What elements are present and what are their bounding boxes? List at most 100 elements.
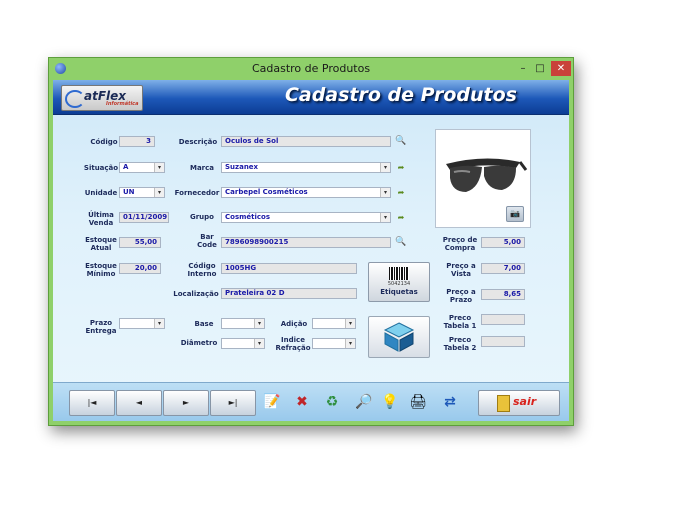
refresh-icon[interactable]: ♻ (319, 389, 345, 415)
label-codigo-interno: Código Interno (183, 262, 221, 278)
grupo-select[interactable]: Cosméticos ▾ (221, 212, 391, 223)
adicao-select[interactable]: ▾ (312, 318, 356, 329)
label-line: Preco (448, 314, 472, 322)
marca-select[interactable]: Suzanex ▾ (221, 162, 391, 173)
ultima-venda-field[interactable]: 01/11/2009 (119, 212, 169, 223)
unidade-select[interactable]: UN ▾ (119, 187, 165, 198)
chevron-down-icon[interactable]: ▾ (380, 188, 390, 197)
label-unidade: Unidade (84, 189, 118, 197)
cube-icon (383, 322, 415, 352)
label-base: Base (194, 320, 214, 328)
label-line: Estoque (85, 236, 117, 244)
company-logo: atFlex Informática (61, 85, 143, 111)
label-ultima-venda: Última Venda (83, 211, 119, 227)
close-button[interactable]: ✕ (551, 61, 571, 76)
find-icon[interactable]: 🔎 (351, 389, 377, 415)
prazo-entrega-select[interactable]: ▾ (119, 318, 165, 329)
fornecedor-select[interactable]: Carbepel Cosméticos ▾ (221, 187, 391, 198)
chevron-down-icon[interactable]: ▾ (154, 319, 164, 328)
estoque-atual-field[interactable]: 55,00 (119, 237, 161, 248)
label-line: Preço de (442, 236, 478, 244)
etiquetas-button[interactable]: 5042134 Etiquetas (368, 262, 430, 302)
transfer-icon[interactable]: ⇄ (437, 389, 463, 415)
label-descricao: Descrição (178, 138, 218, 146)
label-line: Prazo (449, 296, 473, 304)
label-estoque-atual: Estoque Atual (83, 236, 119, 252)
open-grupo-icon[interactable]: ➦ (395, 212, 407, 223)
first-record-button[interactable]: |◄ (69, 390, 115, 416)
label-grupo: Grupo (189, 213, 214, 221)
descricao-field[interactable]: Óculos de Sol (221, 136, 391, 147)
diametro-select[interactable]: ▾ (221, 338, 265, 349)
chevron-down-icon[interactable]: ▾ (254, 319, 264, 328)
label-line: Estoque (85, 262, 117, 270)
chevron-down-icon[interactable]: ▾ (345, 339, 355, 348)
localizacao-field[interactable]: Prateleira 02 D (221, 288, 357, 299)
label-bar-code: Bar Code (193, 233, 221, 249)
codigo-field[interactable]: 3 (119, 136, 155, 147)
estoque-minimo-field[interactable]: 20,00 (119, 263, 161, 274)
unidade-value: UN (123, 188, 135, 196)
label-localizacao: Localização (173, 290, 219, 298)
label-situacao: Situação (83, 164, 119, 172)
preco-tabela-1-field[interactable] (481, 314, 525, 325)
chevron-down-icon[interactable]: ▾ (154, 163, 164, 172)
label-line: Mínimo (86, 270, 116, 278)
bar-code-field[interactable]: 7896098900215 (221, 237, 391, 248)
app-window: Cadastro de Produtos – □ ✕ atFlex Inform… (48, 57, 574, 426)
label-preco-compra: Preço de Compra (441, 236, 479, 252)
next-record-button[interactable]: ► (163, 390, 209, 416)
preco-vista-field[interactable]: 7,00 (481, 263, 525, 274)
logo-swoosh-icon (65, 90, 85, 108)
tip-icon[interactable]: 💡 (377, 389, 403, 415)
label-line: Última (88, 211, 114, 219)
indice-refracao-select[interactable]: ▾ (312, 338, 356, 349)
open-fornecedor-icon[interactable]: ➦ (395, 187, 407, 198)
base-select[interactable]: ▾ (221, 318, 265, 329)
label-line: Compra (444, 244, 476, 252)
page-title: Cadastro de Produtos (284, 84, 517, 106)
label-line: Prazo (89, 319, 113, 327)
label-line: Atual (90, 244, 112, 252)
label-line: Tabela 2 (443, 344, 477, 352)
fornecedor-value: Carbepel Cosméticos (225, 188, 308, 196)
previous-record-button[interactable]: ◄ (116, 390, 162, 416)
edit-icon[interactable]: 📝 (259, 389, 285, 415)
chevron-down-icon[interactable]: ▾ (380, 163, 390, 172)
maximize-button[interactable]: □ (532, 61, 548, 76)
label-prazo-entrega: Prazo Entrega (83, 319, 119, 335)
chevron-down-icon[interactable]: ▾ (345, 319, 355, 328)
label-preco-prazo: Preço a Prazo (443, 288, 479, 304)
label-estoque-minimo: Estoque Mínimo (83, 262, 119, 278)
marca-value: Suzanex (225, 163, 259, 171)
preco-compra-field[interactable]: 5,00 (481, 237, 525, 248)
search-icon[interactable]: 🔍 (395, 237, 407, 248)
last-record-button[interactable]: ►| (210, 390, 256, 416)
label-indice-refracao: Indice Refração (275, 336, 311, 352)
label-codigo: Código (90, 138, 118, 146)
label-line: Interno (187, 270, 217, 278)
open-marca-icon[interactable]: ➦ (395, 162, 407, 173)
minimize-button[interactable]: – (515, 61, 531, 76)
chevron-down-icon[interactable]: ▾ (380, 213, 390, 222)
situacao-select[interactable]: A ▾ (119, 162, 165, 173)
label-line: Código (188, 262, 216, 270)
camera-icon[interactable]: 📷 (506, 206, 524, 222)
print-icon[interactable]: 🖨 (405, 389, 431, 415)
label-line: Vista (451, 270, 471, 278)
label-line: Preço a (446, 288, 476, 296)
preco-tabela-2-field[interactable] (481, 336, 525, 347)
grupo-value: Cosméticos (225, 213, 271, 221)
label-line: Indice (281, 336, 305, 344)
label-line: Venda (88, 219, 114, 227)
codigo-interno-field[interactable]: 1005HG (221, 263, 357, 274)
chevron-down-icon[interactable]: ▾ (154, 188, 164, 197)
cube-action-button[interactable] (368, 316, 430, 358)
search-icon[interactable]: 🔍 (395, 136, 407, 147)
exit-button[interactable]: sair (478, 390, 560, 416)
label-line: Code (197, 241, 217, 249)
delete-icon[interactable]: ✖ (289, 389, 315, 415)
preco-prazo-field[interactable]: 8,65 (481, 289, 525, 300)
chevron-down-icon[interactable]: ▾ (254, 339, 264, 348)
logo-subtitle: Informática (106, 101, 139, 107)
